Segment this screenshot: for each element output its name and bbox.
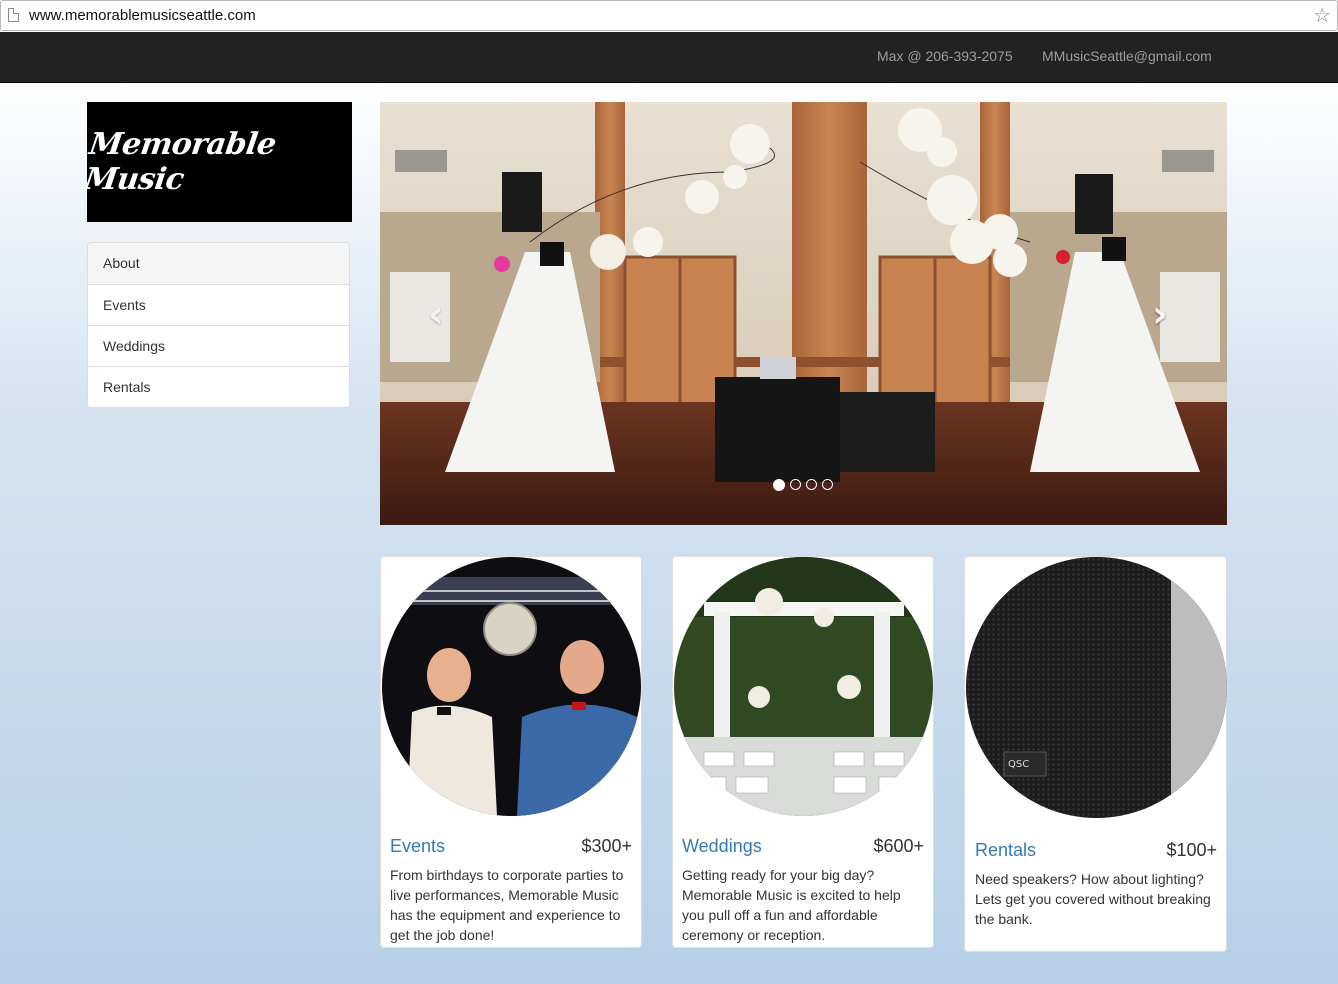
sidebar-item-events[interactable]: Events (88, 284, 349, 325)
carousel-prev-icon[interactable]: ‹ (428, 292, 444, 336)
carousel-indicators (773, 479, 833, 491)
url-text[interactable]: www.memorablemusicseattle.com (29, 7, 256, 24)
card-price-events: $300+ (581, 836, 632, 856)
card-title-events[interactable]: Events (390, 836, 445, 857)
carousel-next-icon[interactable]: › (1152, 292, 1168, 336)
card-price-rentals: $100+ (1166, 840, 1217, 860)
hero-carousel: ‹ › (380, 102, 1227, 525)
sidebar-item-weddings[interactable]: Weddings (88, 325, 349, 366)
email-contact[interactable]: MMusicSeattle@gmail.com (1042, 48, 1212, 64)
page-icon (8, 8, 19, 22)
sidebar-nav: About Events Weddings Rentals (87, 242, 350, 408)
carousel-indicator-1[interactable] (773, 479, 785, 491)
weddings-image[interactable] (674, 557, 933, 816)
events-image[interactable] (382, 557, 641, 816)
rentals-image[interactable]: QSC (966, 557, 1227, 818)
carousel-slide-image (380, 102, 1227, 525)
top-navbar: Max @ 206-393-2075 MMusicSeattle@gmail.c… (0, 32, 1338, 83)
carousel-indicator-4[interactable] (822, 479, 833, 490)
sidebar-item-about[interactable]: About (88, 243, 349, 284)
service-card-weddings: Weddings $600+ Getting ready for your bi… (672, 556, 934, 948)
card-title-rentals[interactable]: Rentals (975, 840, 1036, 861)
service-card-rentals: QSC Rentals $100+ Need speakers? How abo… (964, 556, 1227, 952)
card-description-weddings: Getting ready for your big day? Memorabl… (682, 867, 901, 943)
logo-text: Memorable Music (82, 127, 279, 197)
carousel-indicator-2[interactable] (790, 479, 801, 490)
carousel-indicator-3[interactable] (806, 479, 817, 490)
card-price-weddings: $600+ (873, 836, 924, 856)
site-logo[interactable]: Memorable Music (82, 102, 352, 222)
svg-text:QSC: QSC (1008, 759, 1029, 770)
card-description-rentals: Need speakers? How about lighting? Lets … (975, 871, 1211, 927)
card-title-weddings[interactable]: Weddings (682, 836, 762, 857)
sidebar-item-rentals[interactable]: Rentals (88, 366, 349, 407)
address-bar[interactable]: www.memorablemusicseattle.com ☆ (0, 0, 1338, 31)
phone-contact[interactable]: Max @ 206-393-2075 (877, 48, 1013, 64)
service-card-events: Events $300+ From birthdays to corporate… (380, 556, 642, 948)
bookmark-star-icon[interactable]: ☆ (1313, 3, 1331, 28)
card-description-events: From birthdays to corporate parties to l… (390, 867, 624, 943)
